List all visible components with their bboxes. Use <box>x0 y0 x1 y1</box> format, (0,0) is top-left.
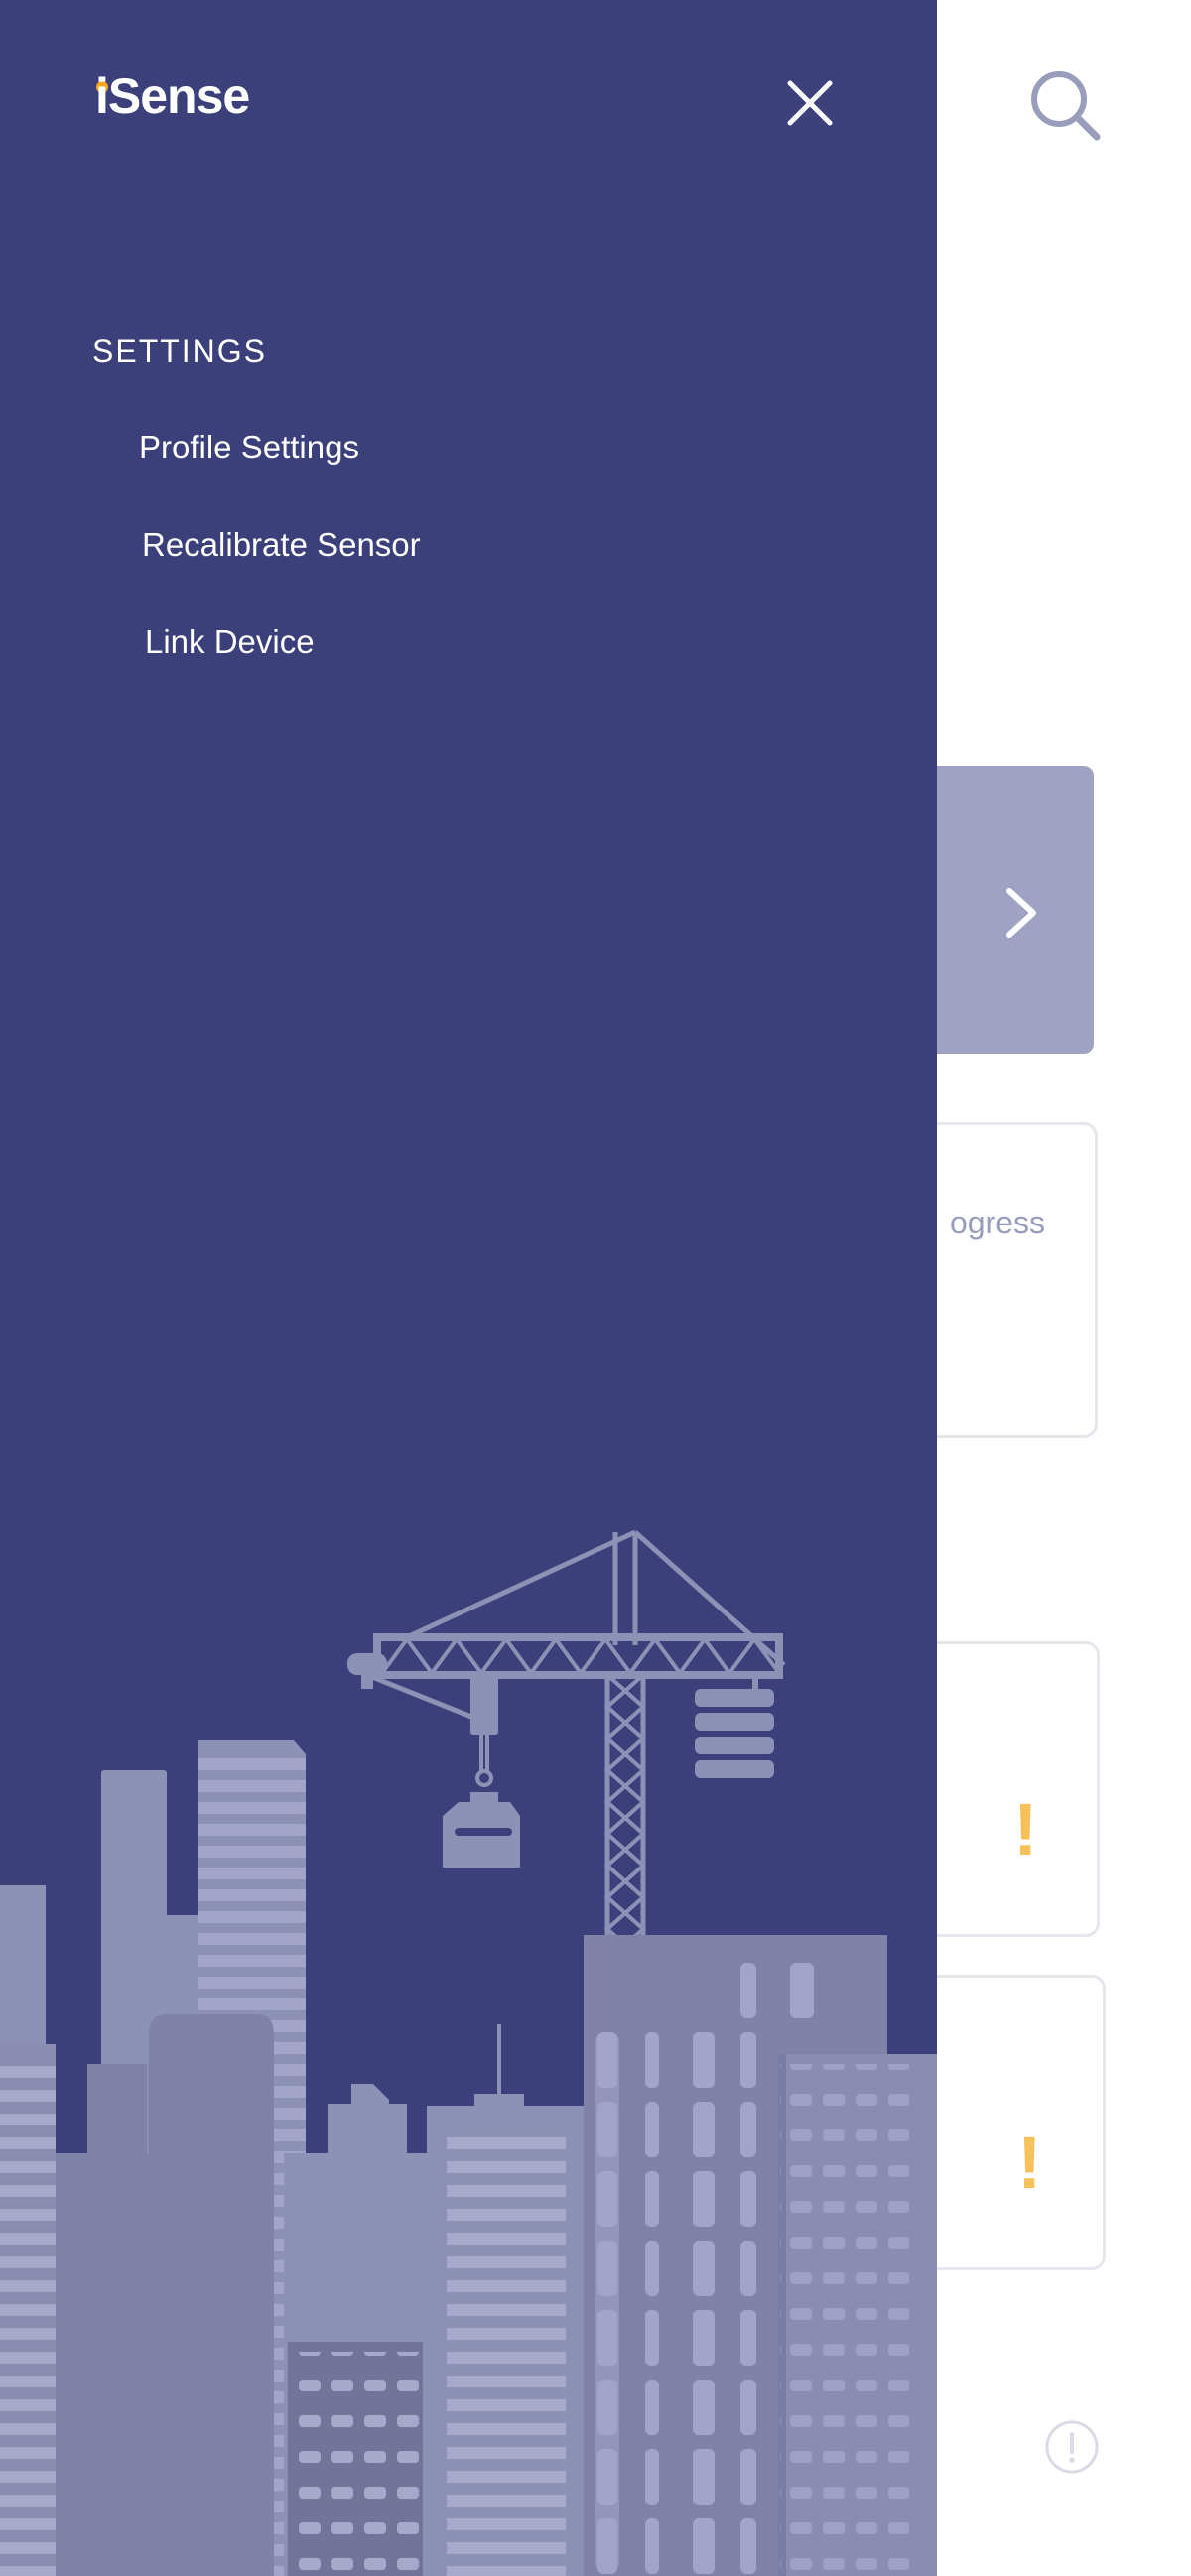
menu-item-recalibrate-sensor[interactable]: Recalibrate Sensor <box>142 526 421 564</box>
search-icon[interactable] <box>1027 67 1103 143</box>
warning-mark: ! <box>1017 2122 1042 2204</box>
progress-label: ogress <box>949 1205 1045 1240</box>
app-logo: iSense <box>95 68 250 124</box>
menu-item-profile-settings[interactable]: Profile Settings <box>139 429 359 466</box>
chevron-right-icon <box>997 883 1047 943</box>
settings-section-title: SETTINGS <box>92 333 268 369</box>
close-icon[interactable] <box>786 79 834 127</box>
info-icon[interactable] <box>1044 2419 1100 2475</box>
city-illustration <box>0 1518 937 2576</box>
menu-item-link-device[interactable]: Link Device <box>145 623 315 661</box>
side-drawer: iSense SETTINGS Profile Settings Recalib… <box>0 0 937 2576</box>
warning-mark: ! <box>1013 1788 1038 1870</box>
